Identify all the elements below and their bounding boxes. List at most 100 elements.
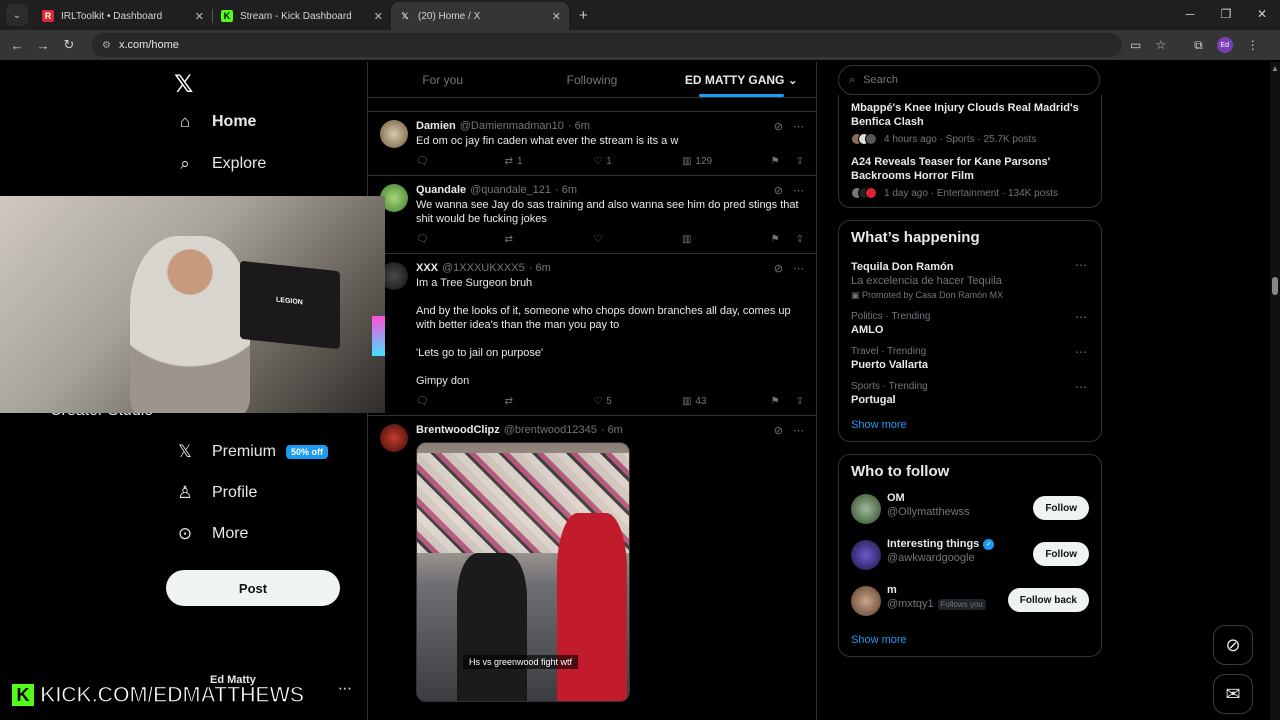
extensions-icon[interactable]: ⧉	[1194, 38, 1203, 53]
close-icon[interactable]: ✕	[195, 10, 204, 23]
like-button[interactable]: ♡ 1	[593, 156, 681, 167]
window-close-icon[interactable]: ✕	[1244, 0, 1280, 30]
more-options-icon[interactable]: ⋯	[793, 184, 804, 197]
share-icon[interactable]: ⇪	[796, 234, 804, 245]
show-more-link[interactable]: Show more	[839, 411, 1101, 441]
tab-search-button[interactable]: ⌄	[6, 4, 28, 26]
views-button[interactable]: ▥ 129	[682, 156, 770, 167]
search-input[interactable]: ⌕ Search	[838, 65, 1100, 95]
nav-item-more[interactable]: ⊙ More	[174, 524, 249, 544]
follow-suggestion[interactable]: m @mxtqy1 Follows you Follow back	[839, 580, 1101, 626]
bookmark-star-icon[interactable]: ☆	[1155, 38, 1166, 52]
author-handle[interactable]: @Damienmadman10	[460, 120, 564, 132]
author-handle[interactable]: @quandale_121	[470, 184, 551, 196]
follow-suggestion[interactable]: Interesting things ✓ @awkwardgoogle Follo…	[839, 534, 1101, 580]
show-more-link[interactable]: Show more	[839, 626, 1101, 656]
share-icon[interactable]: ⇪	[796, 396, 804, 407]
like-button[interactable]: ♡ 5	[593, 396, 681, 407]
trend-item[interactable]: Tequila Don Ramón La excelencia de hacer…	[839, 254, 1101, 306]
tweet[interactable]: Damien @Damienmadman10 · 6m ⊘ ⋯ Ed om oc …	[368, 112, 816, 176]
nav-item-home[interactable]: ⌂ Home	[174, 112, 257, 132]
share-icon[interactable]: ⇪	[796, 156, 804, 167]
tab-kick-dashboard[interactable]: K Stream - Kick Dashboard ✕	[213, 2, 391, 30]
follow-back-button[interactable]: Follow back	[1007, 588, 1089, 612]
author-name[interactable]: XXX	[416, 262, 438, 274]
address-bar[interactable]: ⚙ x.com/home	[92, 33, 1122, 57]
reply-button[interactable]: 🗨	[416, 156, 504, 167]
news-item[interactable]: A24 Reveals Teaser for Kane Parsons' Bac…	[851, 155, 1089, 199]
reply-button[interactable]: 🗨	[416, 234, 504, 245]
tweet-video[interactable]: Hs vs greenwood fight wtf	[416, 442, 630, 702]
cast-icon[interactable]: ▭	[1130, 38, 1141, 52]
author-name[interactable]: Quandale	[416, 184, 466, 196]
news-item[interactable]: Mbappé's Knee Injury Clouds Real Madrid'…	[851, 101, 1089, 145]
x-logo-icon[interactable]: 𝕏	[174, 70, 193, 99]
scrollbar-thumb[interactable]	[1272, 277, 1278, 295]
tab-for-you[interactable]: For you	[368, 62, 517, 97]
tab-irltoolkit[interactable]: R IRLToolkit • Dashboard ✕	[34, 2, 212, 30]
reply-button[interactable]: 🗨	[416, 396, 504, 407]
nav-item-explore[interactable]: ⌕ Explore	[174, 154, 266, 174]
site-info-icon[interactable]: ⚙	[102, 40, 111, 51]
tab-x-home[interactable]: 𝕏 (20) Home / X ✕	[391, 2, 569, 30]
more-options-icon[interactable]: ⋯	[793, 424, 804, 437]
tweet[interactable]: XXX @1XXXUKXXX5 · 6m ⊘ ⋯ Im a Tree Surgeo…	[368, 254, 816, 416]
views-button[interactable]: ▥	[682, 234, 770, 245]
bookmark-icon[interactable]: ⚑	[771, 156, 780, 167]
more-options-icon[interactable]: ⋯	[793, 120, 804, 133]
trend-item[interactable]: Sports · Trending Portugal ⋯	[839, 376, 1101, 411]
author-handle[interactable]: @brentwood12345	[504, 424, 597, 436]
more-options-icon[interactable]: ⋯	[793, 262, 804, 275]
views-button[interactable]: ▥ 43	[682, 396, 770, 407]
forward-icon[interactable]: →	[30, 38, 56, 53]
follow-button[interactable]: Follow	[1033, 496, 1089, 520]
grok-icon[interactable]: ⊘	[774, 262, 783, 275]
follow-suggestion[interactable]: OM @Ollymatthewss Follow	[839, 488, 1101, 534]
follow-button[interactable]: Follow	[1033, 542, 1089, 566]
grok-float-button[interactable]: ⊘	[1213, 625, 1253, 665]
more-options-icon[interactable]: ⋯	[1075, 258, 1087, 272]
scroll-up-arrow-icon[interactable]: ▲	[1271, 64, 1279, 73]
bookmark-icon[interactable]: ⚑	[771, 396, 780, 407]
author-name[interactable]: Damien	[416, 120, 456, 132]
grok-icon[interactable]: ⊘	[774, 184, 783, 197]
more-options-icon[interactable]: ⋯	[1075, 380, 1087, 394]
avatar[interactable]	[851, 586, 881, 616]
close-icon[interactable]: ✕	[552, 10, 561, 23]
nav-item-premium[interactable]: 𝕏 Premium 50% off	[174, 442, 329, 462]
reload-icon[interactable]: ↻	[56, 37, 82, 53]
avatar[interactable]	[380, 120, 408, 148]
like-button[interactable]: ♡	[593, 234, 681, 245]
tab-ed-matty-gang[interactable]: ED MATTY GANG ⌄	[667, 62, 816, 97]
grok-icon[interactable]: ⊘	[774, 120, 783, 133]
close-icon[interactable]: ✕	[374, 10, 383, 23]
repost-button[interactable]: ⇄ 1	[505, 156, 593, 167]
repost-button[interactable]: ⇄	[505, 396, 593, 407]
account-menu-icon[interactable]: ⋯	[338, 680, 352, 697]
tweet[interactable]: Quandale @quandale_121 · 6m ⊘ ⋯ We wanna …	[368, 176, 816, 254]
avatar[interactable]	[380, 424, 408, 452]
maximize-icon[interactable]: ❐	[1208, 0, 1244, 30]
bookmark-icon[interactable]: ⚑	[771, 234, 780, 245]
avatar[interactable]	[851, 494, 881, 524]
more-options-icon[interactable]: ⋯	[1075, 310, 1087, 324]
post-button[interactable]: Post	[166, 570, 340, 606]
nav-item-profile[interactable]: ♙ Profile	[174, 483, 257, 503]
messages-float-button[interactable]: ✉	[1213, 674, 1253, 714]
repost-button[interactable]: ⇄	[505, 234, 593, 245]
new-tab-icon[interactable]: +	[579, 7, 588, 24]
grok-icon[interactable]: ⊘	[774, 424, 783, 437]
browser-menu-icon[interactable]: ⋮	[1247, 38, 1259, 52]
more-options-icon[interactable]: ⋯	[1075, 345, 1087, 359]
trend-item[interactable]: Travel · Trending Puerto Vallarta ⋯	[839, 341, 1101, 376]
minimize-icon[interactable]: ─	[1172, 0, 1208, 30]
page-scrollbar[interactable]	[1270, 62, 1280, 720]
author-handle[interactable]: @1XXXUKXXX5	[442, 262, 525, 274]
avatar[interactable]	[851, 540, 881, 570]
tweet[interactable]: BrentwoodClipz @brentwood12345 · 6m ⊘ ⋯ H…	[368, 416, 816, 710]
author-name[interactable]: BrentwoodClipz	[416, 424, 500, 436]
profile-avatar[interactable]: Ed	[1216, 37, 1233, 53]
trend-item[interactable]: Politics · Trending AMLO ⋯	[839, 306, 1101, 341]
tab-following[interactable]: Following	[517, 62, 666, 97]
back-icon[interactable]: ←	[4, 38, 30, 53]
